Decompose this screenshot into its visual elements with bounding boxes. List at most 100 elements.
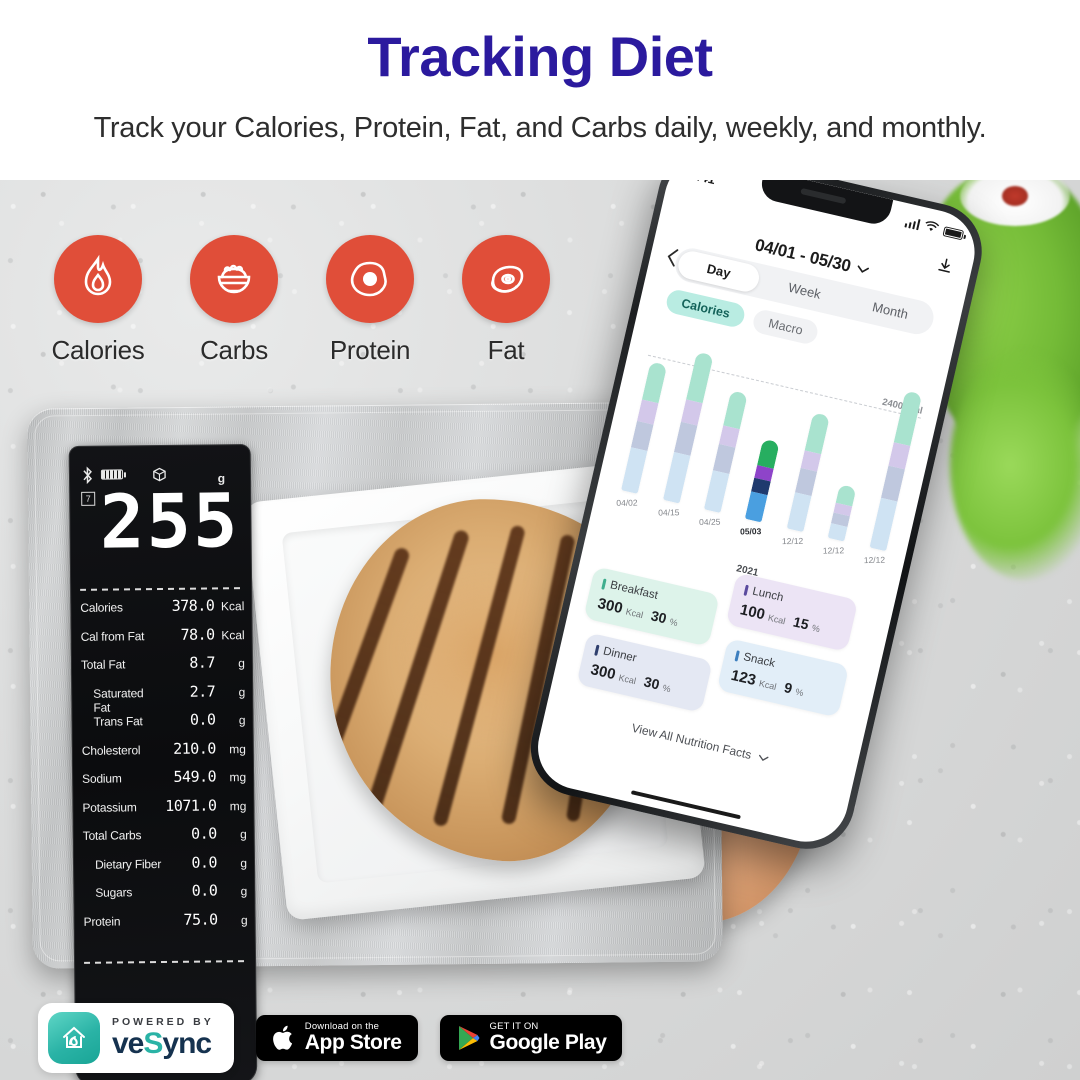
- chart-bar-segment-dinner: [673, 422, 698, 456]
- nutrition-row-name: Trans Fat: [93, 714, 143, 729]
- chart-bar-segment-dinner: [712, 444, 736, 475]
- cellular-signal-icon: [903, 216, 921, 231]
- meal-card-breakfast[interactable]: Breakfast 300 Kcal 30%: [583, 566, 720, 647]
- meal-kcal-unit: Kcal: [758, 678, 778, 692]
- meal-kcal-unit: Kcal: [624, 606, 645, 621]
- nutrition-row: Calories 378.0 Kcal: [80, 596, 244, 626]
- meal-percent-unit: %: [661, 682, 672, 695]
- view-all-label: View All Nutrition Facts: [630, 720, 753, 763]
- metric-pill-calories[interactable]: Calories: [664, 287, 748, 330]
- chart-bar-segment-breakfast: [723, 390, 748, 430]
- nutrition-row: Protein 75.0 g: [84, 910, 248, 940]
- chart-bar-segment-snack: [662, 452, 691, 504]
- feature-label: Calories: [51, 335, 145, 365]
- google-play-button[interactable]: GET IT ON Google Play: [439, 1014, 623, 1062]
- nutrition-row-value: 2.7: [189, 681, 216, 701]
- chart-bar-segment-dinner: [794, 468, 817, 496]
- nutrition-row: Cal from Fat 78.0 Kcal: [81, 625, 245, 655]
- nutrition-row-unit: mg: [229, 798, 247, 813]
- nutrition-row: Potassium 1071.0 mg: [82, 796, 246, 826]
- nutrition-row-value: 0.0: [191, 881, 218, 900]
- nutrition-row-name: Sugars: [95, 885, 133, 900]
- nutrition-row-name: Cal from Fat: [80, 628, 145, 644]
- feature-icon-row: Calories Carbs Protein Fat: [46, 235, 586, 395]
- chart-bar-segment-dinner: [880, 465, 905, 502]
- nutrition-row-unit: g: [238, 656, 246, 671]
- product-photo-scene: Calories Carbs Protein Fat g 7 255 Calor…: [0, 180, 1080, 1080]
- brand-first: ve: [112, 1026, 144, 1060]
- meal-kcal-unit: Kcal: [767, 612, 787, 627]
- nutrition-row-value: 1071.0: [165, 795, 217, 815]
- chart-x-label: 12/12: [781, 535, 804, 547]
- nutrition-row-unit: g: [240, 855, 248, 870]
- meal-kcal-value: 300: [588, 661, 618, 684]
- scale-lcd-display: g 7 255 Calories 378.0 Kcal Cal from Fat 78.…: [68, 444, 258, 1080]
- app-store-button[interactable]: Download on the App Store: [255, 1014, 418, 1062]
- nutrition-row-value: 0.0: [191, 852, 218, 872]
- meal-card-snack[interactable]: Snack 123 Kcal 9%: [716, 638, 850, 718]
- nutrition-row: Trans Fat 0.0 g: [81, 710, 245, 740]
- chart-bars-area: 04/02 04/15 04/25 05/03 12/12 12/12 12/12: [612, 329, 929, 568]
- meal-accent-bar: [743, 584, 749, 596]
- lcd-mode-flag: 7: [81, 491, 96, 506]
- nutrition-row: Cholesterol 210.0 mg: [82, 739, 246, 769]
- brand-accent: S: [143, 1026, 163, 1060]
- chart-bar-segment-snack: [869, 497, 898, 552]
- meal-kcal-value: 300: [596, 595, 625, 618]
- chart-bar-segment-breakfast: [804, 412, 830, 454]
- nutrition-row: Sodium 549.0 mg: [82, 767, 246, 797]
- chevron-down-icon: [758, 754, 769, 761]
- google-play-big-label: Google Play: [489, 1030, 607, 1054]
- chart-x-label: 04/25: [699, 516, 721, 528]
- nutrition-facts-table: Calories 378.0 Kcal Cal from Fat 78.0 Kcal Tot…: [80, 596, 248, 940]
- chart-x-label: 12/12: [822, 545, 845, 556]
- page-title: Tracking Diet: [367, 25, 713, 88]
- nutrition-row-unit: mg: [229, 770, 247, 785]
- brand-second: ync: [162, 1026, 212, 1060]
- nutrition-row-value: 549.0: [173, 767, 217, 786]
- vesync-text: POWERED BY veSync: [112, 1016, 214, 1060]
- nutrition-row: Total Fat 8.7 g: [81, 653, 245, 683]
- metric-pill-macro[interactable]: Macro: [751, 307, 820, 346]
- meal-percent-unit: %: [668, 616, 679, 629]
- chart-x-label: 04/15: [657, 507, 680, 518]
- chart-bar-segment-breakfast: [685, 351, 714, 404]
- chart-x-label: 04/02: [616, 497, 638, 508]
- chart-bar-segment-breakfast: [642, 361, 668, 404]
- vesync-house-icon: [48, 1012, 100, 1064]
- meal-card-lunch[interactable]: Lunch 100 Kcal 15%: [725, 572, 859, 652]
- chart-bar-segment-snack: [703, 470, 730, 514]
- nutrition-row-value: 378.0: [171, 596, 215, 615]
- meal-name: Lunch: [751, 585, 785, 605]
- meal-percent-unit: %: [810, 622, 822, 635]
- app-store-big-label: App Store: [304, 1030, 402, 1054]
- nutrition-row: Dietary Fiber 0.0 g: [83, 853, 247, 883]
- chart-x-label: 05/03: [740, 526, 762, 537]
- meal-accent-bar: [601, 577, 607, 590]
- feature-item-fat: Fat: [454, 235, 558, 395]
- nutrition-row: Sugars 0.0 g: [83, 881, 247, 911]
- nutrition-row-unit: g: [239, 827, 247, 842]
- chart-bar: [703, 390, 748, 514]
- meal-card-dinner[interactable]: Dinner 300 Kcal 30%: [576, 632, 713, 713]
- header-banner: Tracking Diet Track your Calories, Prote…: [0, 0, 1080, 180]
- nutrition-row-name: Potassium: [82, 799, 137, 815]
- nutrition-row: Saturated Fat 2.7 g: [81, 681, 245, 715]
- meal-kcal-value: 123: [729, 666, 758, 690]
- wifi-icon: [925, 221, 940, 232]
- bluetooth-icon: [83, 465, 93, 484]
- chart-bar: [827, 483, 857, 542]
- meal-name: Dinner: [601, 645, 638, 665]
- meal-percent-value: 9: [782, 679, 794, 697]
- chart-bar-segment-snack: [621, 447, 648, 494]
- feature-item-carbs: Carbs: [182, 235, 286, 395]
- chart-bar-segment-snack: [745, 491, 769, 523]
- nutrition-row-name: Saturated Fat: [93, 685, 144, 715]
- lcd-divider-top: [80, 587, 243, 591]
- meal-percent-value: 30: [649, 607, 669, 627]
- nutrition-row-unit: g: [240, 884, 248, 899]
- battery-icon: [100, 469, 124, 480]
- nutrition-row-name: Protein: [83, 913, 121, 929]
- feature-label: Carbs: [200, 335, 268, 365]
- nutrition-row-name: Total Fat: [80, 657, 126, 672]
